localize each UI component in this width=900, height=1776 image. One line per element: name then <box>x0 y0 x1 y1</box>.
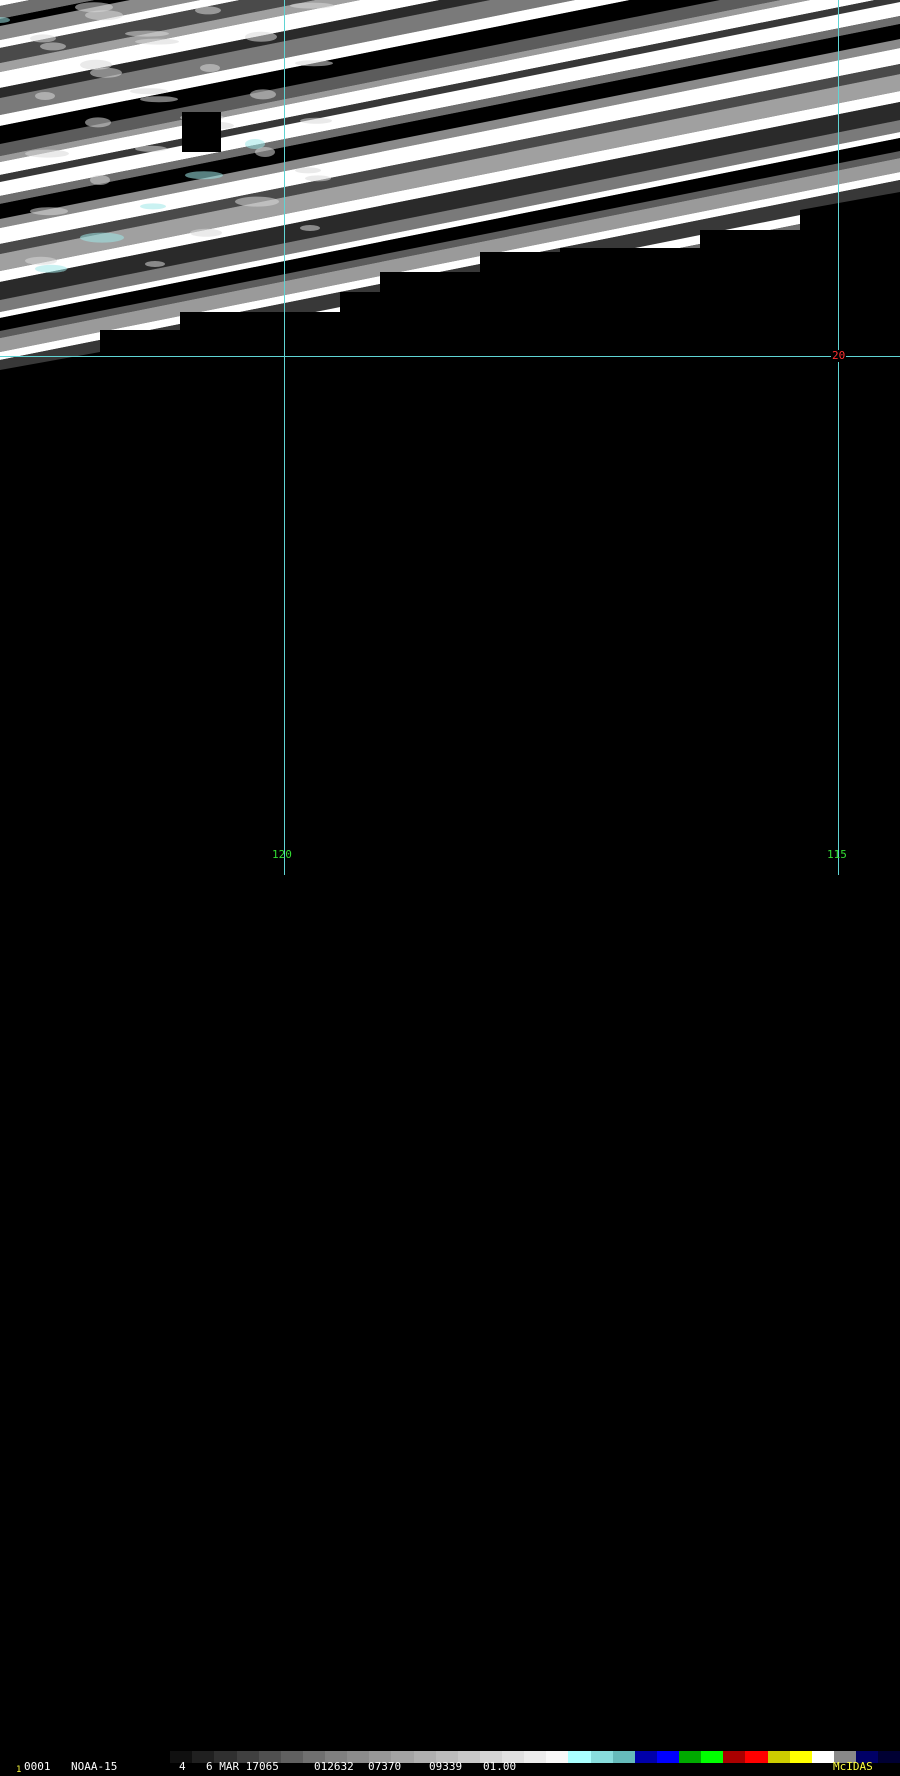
cloud-patch <box>185 171 223 180</box>
image-date: 6 MAR 17065 <box>206 1760 279 1773</box>
colorbar-segment <box>590 1751 613 1763</box>
cloud-patch <box>145 261 165 267</box>
frame-number: 0001 <box>24 1760 51 1773</box>
longitude-line-115 <box>838 0 839 875</box>
magnification: 01.00 <box>483 1760 517 1773</box>
colorbar-segment <box>745 1751 768 1763</box>
cloud-patch <box>135 145 167 152</box>
colorbar-segment <box>280 1751 303 1763</box>
cloud-patch <box>30 34 56 43</box>
frame-index: 1 <box>16 1765 22 1775</box>
cloud-patch <box>35 264 67 273</box>
colorbar-segment <box>789 1751 812 1763</box>
cloud-patch <box>80 232 124 243</box>
cloud-patch <box>305 175 331 182</box>
colorbar-segment <box>612 1751 635 1763</box>
cloud-patch <box>135 38 179 45</box>
cloud-patch <box>295 60 333 67</box>
cloud-patch <box>245 139 265 149</box>
cloud-patch <box>235 196 279 207</box>
cloud-patch <box>85 117 111 128</box>
cloud-patch <box>30 207 68 216</box>
cloud-patch <box>195 6 221 15</box>
cloud-patch <box>200 64 220 72</box>
longitude-label-115: 115 <box>827 848 847 861</box>
mcidas-label: McIDAS <box>833 1760 873 1773</box>
colorbar-segment <box>878 1751 900 1763</box>
satellite-image-viewer: 120 115 20 <box>0 0 900 900</box>
longitude-line-120 <box>284 0 285 875</box>
colorbar-segment <box>767 1751 790 1763</box>
cloud-patch <box>80 59 112 70</box>
cloud-patch <box>290 2 334 9</box>
band-number: 4 <box>179 1760 186 1773</box>
cloud-patch <box>250 89 276 100</box>
colorbar-segment <box>634 1751 657 1763</box>
cloud-patch <box>25 256 57 265</box>
cloud-patch <box>190 228 222 237</box>
colorbar-segment <box>546 1751 569 1763</box>
cloud-patch <box>140 96 178 103</box>
cloud-patch <box>25 149 69 158</box>
longitude-label-120: 120 <box>272 848 292 861</box>
image-line: 07370 <box>368 1760 402 1773</box>
latitude-line-20 <box>0 356 900 357</box>
cloud-patch <box>140 203 166 210</box>
cloud-patch <box>125 30 169 37</box>
colorbar-segment <box>656 1751 679 1763</box>
image-element: 09339 <box>429 1760 463 1773</box>
satellite-image <box>0 0 900 875</box>
cloud-patch <box>130 88 168 95</box>
colorbar-segment <box>811 1751 834 1763</box>
cloud-patch <box>295 167 321 174</box>
satellite-name: NOAA-15 <box>71 1760 118 1773</box>
colorbar-segment <box>524 1751 547 1763</box>
colorbar-segment <box>701 1751 724 1763</box>
cloud-patch <box>245 31 277 42</box>
missing-data-block <box>182 112 221 152</box>
cloud-patch <box>300 225 320 231</box>
cloud-patch <box>35 92 55 100</box>
image-time: 012632 <box>314 1760 354 1773</box>
colorbar-segment <box>723 1751 746 1763</box>
cloud-patch <box>90 175 110 185</box>
colorbar-segment <box>679 1751 702 1763</box>
colorbar-segment <box>148 1751 171 1763</box>
cloud-patch <box>300 117 332 124</box>
cloud-patch <box>40 42 66 51</box>
latitude-label-20: 20 <box>831 349 847 362</box>
cloud-patch <box>75 2 113 13</box>
colorbar-segment <box>568 1751 591 1763</box>
status-bar: 1 0001 NOAA-15 4 6 MAR 17065 012632 0737… <box>0 875 900 1775</box>
